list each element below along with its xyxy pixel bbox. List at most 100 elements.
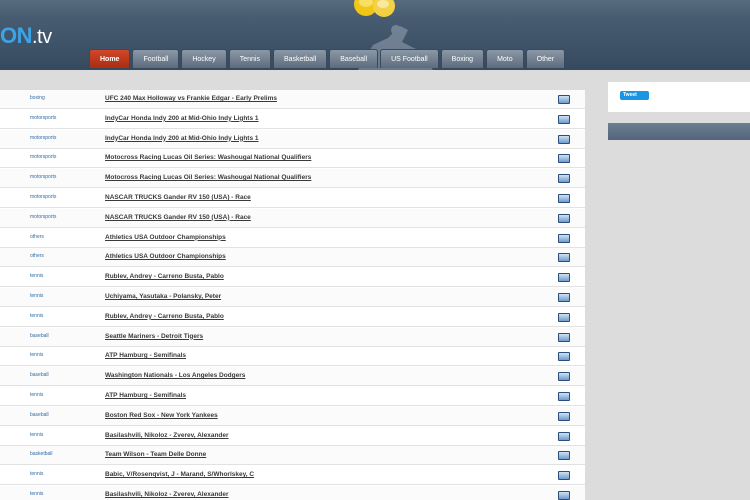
event-row[interactable]: tennis Uchiyama, Yasutaka - Polansky, Pet… — [0, 288, 585, 307]
event-category[interactable]: tennis — [30, 392, 43, 398]
event-title-link[interactable]: Babic, V/Rosenqvist, J - Marand, S/Whorl… — [105, 471, 254, 478]
watch-stream-icon[interactable] — [558, 352, 570, 362]
nav-tab-football[interactable]: Football — [132, 49, 180, 68]
watch-stream-icon[interactable] — [558, 174, 570, 184]
event-row[interactable]: tennis Basilashvili, Nikoloz - Zverev, Al… — [0, 426, 585, 446]
event-category[interactable]: tennis — [30, 293, 43, 299]
watch-stream-icon[interactable] — [558, 451, 570, 461]
event-category[interactable]: motorsports — [30, 214, 56, 220]
event-title-link[interactable]: Team Wilson - Team Delle Donne — [105, 451, 206, 458]
watch-stream-icon[interactable] — [558, 471, 570, 481]
event-row[interactable]: basketball Team Wilson - Team Delle Donne — [0, 446, 585, 466]
event-title-link[interactable]: Uchiyama, Yasutaka - Polansky, Peter — [105, 293, 221, 300]
watch-stream-icon[interactable] — [558, 134, 570, 144]
event-row[interactable]: motorsports IndyCar Honda Indy 200 at Mid… — [0, 109, 585, 129]
nav-tab-tennis[interactable]: Tennis — [228, 49, 271, 68]
event-row[interactable]: motorsports Motocross Racing Lucas Oil Se… — [0, 149, 585, 169]
event-title-link[interactable]: NASCAR TRUCKS Gander RV 150 (USA) - Race — [105, 194, 251, 201]
event-title-link[interactable]: Athletics USA Outdoor Championships — [105, 253, 226, 260]
event-title-link[interactable]: NASCAR TRUCKS Gander RV 150 (USA) - Race — [105, 214, 251, 221]
event-row[interactable]: motorsports NASCAR TRUCKS Gander RV 150 (… — [0, 208, 585, 228]
watch-stream-icon[interactable] — [558, 273, 570, 283]
watch-stream-icon[interactable] — [558, 95, 570, 104]
event-category[interactable]: others — [30, 234, 44, 240]
event-list: boxing UFC 240 Max Holloway vs Frankie Ed… — [0, 90, 585, 500]
watch-stream-icon[interactable] — [558, 392, 570, 401]
logo-tld: .tv — [32, 26, 52, 48]
event-row[interactable]: baseball Washington Nationals - Los Angel… — [0, 367, 585, 387]
event-category[interactable]: tennis — [30, 273, 43, 279]
nav-tab-us-football[interactable]: US Football — [380, 49, 439, 68]
event-row[interactable]: tennis ATP Hamburg - Semifinals — [0, 387, 585, 406]
watch-stream-icon[interactable] — [558, 213, 570, 223]
nav-tab-boxing[interactable]: Boxing — [440, 49, 485, 68]
event-category[interactable]: baseball — [30, 412, 49, 418]
watch-stream-icon[interactable] — [558, 194, 570, 203]
event-row[interactable]: others Athletics USA Outdoor Championship… — [0, 228, 585, 248]
watch-stream-icon[interactable] — [558, 114, 570, 124]
event-category[interactable]: motorsports — [30, 154, 56, 160]
event-title-link[interactable]: Boston Red Sox - New York Yankees — [105, 412, 218, 419]
nav-tab-hockey[interactable]: Hockey — [181, 49, 227, 68]
event-title-link[interactable]: Rublev, Andrey - Carreno Busta, Pablo — [105, 313, 224, 320]
event-row[interactable]: baseball Boston Red Sox - New York Yankee… — [0, 406, 585, 426]
event-category[interactable]: basketball — [30, 451, 53, 457]
site-logo[interactable]: ON.tv — [0, 22, 52, 50]
event-category[interactable]: tennis — [30, 352, 43, 358]
event-category[interactable]: motorsports — [30, 135, 56, 141]
event-row[interactable]: tennis Rublev, Andrey - Carreno Busta, Pa… — [0, 307, 585, 327]
event-title-link[interactable]: Seattle Mariners - Detroit Tigers — [105, 333, 203, 340]
event-category[interactable]: boxing — [30, 95, 45, 101]
event-row[interactable]: motorsports IndyCar Honda Indy 200 at Mid… — [0, 129, 585, 149]
watch-stream-icon[interactable] — [558, 154, 570, 164]
event-row[interactable]: motorsports Motocross Racing Lucas Oil Se… — [0, 169, 585, 189]
event-title-link[interactable]: Rublev, Andrey - Carreno Busta, Pablo — [105, 273, 224, 280]
event-title-link[interactable]: ATP Hamburg - Semifinals — [105, 392, 186, 399]
event-category[interactable]: motorsports — [30, 174, 56, 180]
watch-stream-icon[interactable] — [558, 372, 570, 382]
event-title-link[interactable]: IndyCar Honda Indy 200 at Mid-Ohio Indy … — [105, 115, 259, 122]
event-title-link[interactable]: Athletics USA Outdoor Championships — [105, 234, 226, 241]
event-category[interactable]: others — [30, 253, 44, 259]
event-title-link[interactable]: Motocross Racing Lucas Oil Series: Washo… — [105, 174, 311, 181]
watch-stream-icon[interactable] — [558, 411, 570, 421]
event-category[interactable]: tennis — [30, 313, 43, 319]
nav-tab-basketball[interactable]: Basketball — [272, 49, 328, 68]
event-category[interactable]: tennis — [30, 491, 43, 497]
event-title-link[interactable]: IndyCar Honda Indy 200 at Mid-Ohio Indy … — [105, 135, 259, 142]
event-title-link[interactable]: Motocross Racing Lucas Oil Series: Washo… — [105, 154, 311, 161]
social-share-box: Tweet — [608, 82, 750, 112]
tweet-button[interactable]: Tweet — [620, 91, 649, 100]
watch-stream-icon[interactable] — [558, 253, 570, 263]
watch-stream-icon[interactable] — [558, 312, 570, 322]
nav-tab-moto[interactable]: Moto — [486, 49, 524, 68]
event-row[interactable]: tennis Basilashvili, Nikoloz - Zverev, Al… — [0, 486, 585, 500]
event-category[interactable]: tennis — [30, 432, 43, 438]
watch-stream-icon[interactable] — [558, 332, 570, 342]
event-category[interactable]: motorsports — [30, 194, 56, 200]
watch-stream-icon[interactable] — [558, 491, 570, 500]
watch-stream-icon[interactable] — [558, 293, 570, 302]
event-title-link[interactable]: Basilashvili, Nikoloz - Zverev, Alexande… — [105, 491, 229, 498]
event-category[interactable]: motorsports — [30, 115, 56, 121]
nav-tab-home[interactable]: Home — [89, 49, 131, 68]
event-row[interactable]: baseball Seattle Mariners - Detroit Tiger… — [0, 327, 585, 347]
event-row[interactable]: motorsports NASCAR TRUCKS Gander RV 150 (… — [0, 189, 585, 208]
event-title-link[interactable]: Washington Nationals - Los Angeles Dodge… — [105, 372, 245, 379]
nav-tab-baseball[interactable]: Baseball — [329, 49, 379, 68]
lemon-balls-graphic — [354, 0, 395, 17]
event-category[interactable]: tennis — [30, 471, 43, 477]
nav-tab-other[interactable]: Other — [525, 49, 566, 68]
event-row[interactable]: others Athletics USA Outdoor Championship… — [0, 248, 585, 268]
event-category[interactable]: baseball — [30, 333, 49, 339]
event-row[interactable]: tennis ATP Hamburg - Semifinals — [0, 347, 585, 367]
event-title-link[interactable]: Basilashvili, Nikoloz - Zverev, Alexande… — [105, 432, 229, 439]
event-title-link[interactable]: ATP Hamburg - Semifinals — [105, 352, 186, 359]
event-category[interactable]: baseball — [30, 372, 49, 378]
event-row[interactable]: tennis Babic, V/Rosenqvist, J - Marand, S… — [0, 466, 585, 486]
event-row[interactable]: tennis Rublev, Andrey - Carreno Busta, Pa… — [0, 268, 585, 288]
event-title-link[interactable]: UFC 240 Max Holloway vs Frankie Edgar - … — [105, 95, 277, 102]
watch-stream-icon[interactable] — [558, 431, 570, 441]
event-row[interactable]: boxing UFC 240 Max Holloway vs Frankie Ed… — [0, 90, 585, 109]
watch-stream-icon[interactable] — [558, 233, 570, 243]
